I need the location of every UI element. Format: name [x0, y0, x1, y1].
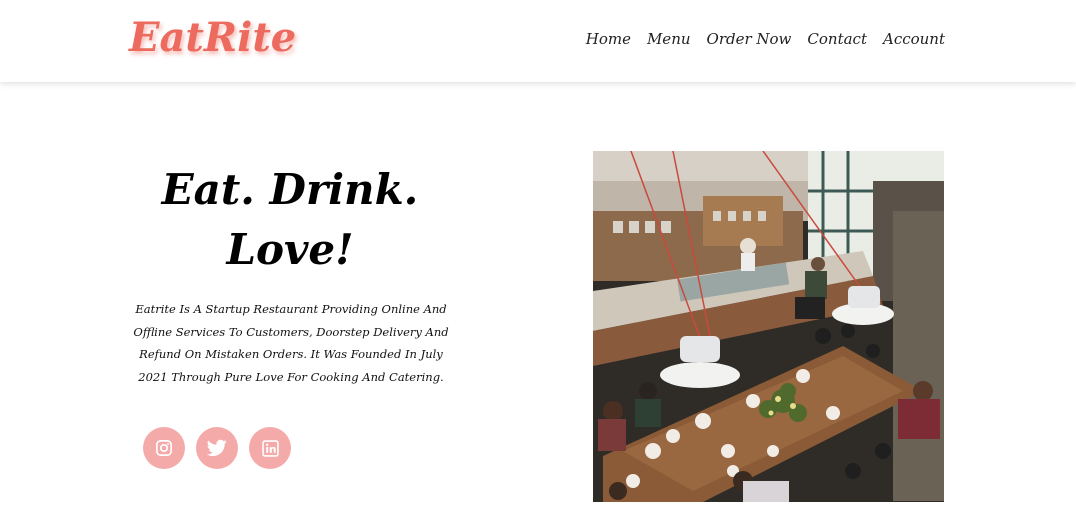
- hero-description: Eatrite Is A Startup Restaurant Providin…: [133, 302, 449, 384]
- social-links: [143, 427, 291, 469]
- main-nav: Home Menu Order Now Contact Account: [586, 30, 945, 48]
- instagram-icon: [156, 440, 172, 456]
- instagram-button[interactable]: [143, 427, 185, 469]
- headline-line-1: Eat. Drink.: [161, 165, 419, 214]
- nav-item-menu[interactable]: Menu: [647, 30, 691, 48]
- nav-item-order-now[interactable]: Order Now: [707, 30, 792, 48]
- headline-line-2: Love!: [226, 225, 354, 274]
- linkedin-icon: [261, 439, 279, 457]
- site-header: EatRite Home Menu Order Now Contact Acco…: [0, 0, 1076, 82]
- linkedin-button[interactable]: [249, 427, 291, 469]
- nav-item-account[interactable]: Account: [883, 30, 945, 48]
- brand-logo[interactable]: EatRite: [129, 14, 296, 61]
- restaurant-interior-image: [593, 151, 944, 502]
- hero-headline: Eat. Drink. Love!: [130, 160, 450, 280]
- nav-item-contact[interactable]: Contact: [807, 30, 867, 48]
- nav-item-home[interactable]: Home: [586, 30, 631, 48]
- restaurant-photo: [593, 151, 944, 502]
- twitter-button[interactable]: [196, 427, 238, 469]
- twitter-icon: [207, 439, 227, 456]
